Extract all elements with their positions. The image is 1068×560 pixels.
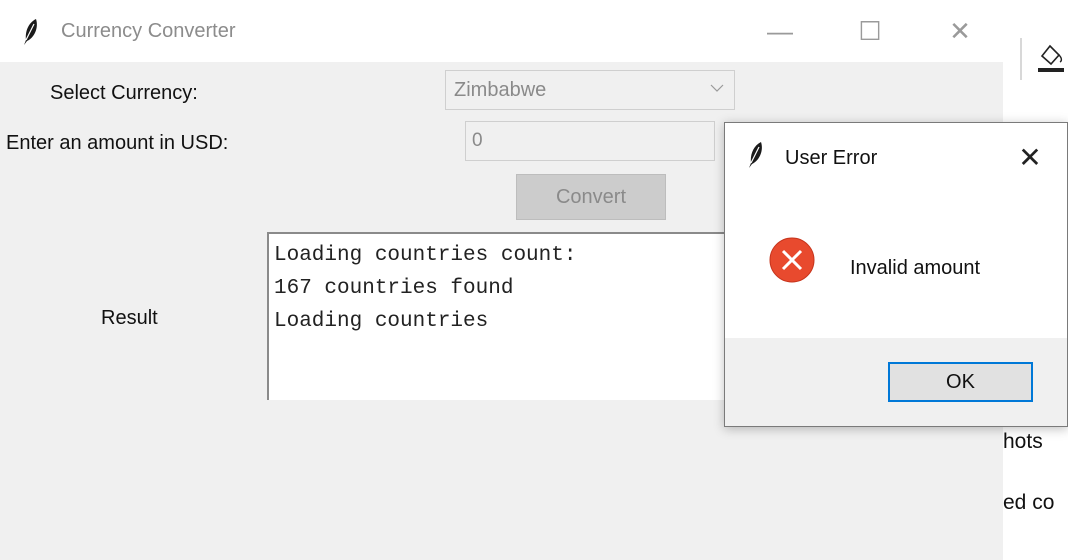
amount-label: Enter an amount in USD: [6,132,229,154]
error-dialog: User Error ✕ Invalid amount OK [724,122,1068,427]
currency-combobox[interactable]: Zimbabwe [445,70,735,110]
error-message: Invalid amount [850,257,981,279]
chevron-down-icon[interactable] [710,83,724,93]
currency-label: Select Currency: [50,82,198,104]
currency-value: Zimbabwe [454,79,547,101]
minimize-button[interactable]: — [735,0,825,62]
maximize-button[interactable]: ☐ [825,0,915,62]
result-line: Loading countries [274,310,489,333]
window-title: Currency Converter [61,20,236,42]
dialog-footer: OK [725,338,1067,426]
paint-bucket-icon[interactable] [1036,40,1066,74]
feather-icon [749,142,762,168]
amount-input[interactable]: 0 [465,121,715,161]
background-text: ed co [1003,491,1055,514]
close-button[interactable]: ✕ [915,0,1003,62]
dialog-close-button[interactable]: ✕ [1010,137,1050,177]
ok-button[interactable]: OK [888,362,1033,402]
title-bar[interactable]: Currency Converter — ☐ ✕ [0,0,1003,62]
result-line: Loading countries count: [274,244,577,267]
amount-value: 0 [472,130,483,151]
dialog-title: User Error [785,147,878,169]
result-line: 167 countries found [274,277,514,300]
convert-button[interactable]: Convert [516,174,666,220]
result-label: Result [101,307,158,329]
error-icon [769,237,815,283]
result-textbox[interactable]: Loading countries count: 167 countries f… [267,232,737,400]
feather-icon [24,19,37,45]
background-text: hots [1003,430,1043,453]
toolbar-divider [1020,38,1022,80]
